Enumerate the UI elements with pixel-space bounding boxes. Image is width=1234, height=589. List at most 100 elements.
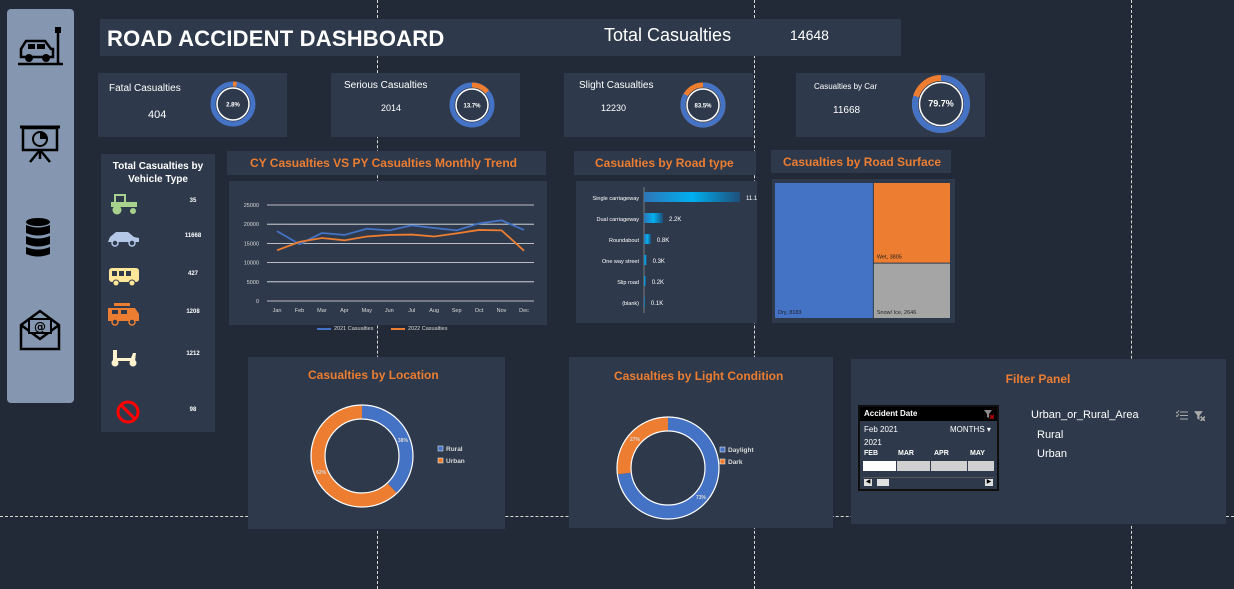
data-label: 0.1K	[651, 301, 663, 307]
x-tick-label: Jun	[385, 308, 394, 314]
sidebar: @	[7, 9, 74, 403]
clear-filter-icon[interactable]	[1194, 410, 1205, 421]
kpi-card-slight: Slight Casualties 12230 83.5%	[564, 73, 753, 137]
trend-line-chart: 0 5000 10000 15000 20000 25000 Jan Feb Mar Apr May…	[244, 203, 534, 332]
total-casualties-value: 14648	[790, 27, 829, 43]
no-entry-icon	[116, 400, 140, 424]
kpi-card-fatal: Fatal Casualties 404 2.8%	[98, 73, 287, 137]
vehicle-value: 98	[189, 407, 197, 413]
timeline-level-dropdown[interactable]: MONTHS ▾	[950, 425, 991, 434]
kpi-percent-label: 2.8%	[226, 103, 240, 109]
y-tick-label: 10000	[244, 261, 259, 267]
date-timeline-slicer[interactable]: Accident Date Feb 2021 MONTHS ▾ 2021 FEB…	[858, 405, 999, 491]
filter-panel: Filter Panel Accident Date Feb 2021 MONT…	[851, 359, 1226, 524]
vehicle-value: 1208	[186, 309, 200, 315]
kpi-card-car: Casualties by Car 11668 79.7%	[796, 73, 985, 137]
data-label: 0.8K	[657, 238, 669, 244]
y-tick-label: 15000	[244, 241, 259, 247]
clear-filter-icon[interactable]	[984, 409, 994, 419]
y-tick-label: 25000	[244, 203, 259, 209]
category-label: (blank)	[622, 301, 639, 307]
legend-label: Urban	[446, 458, 465, 465]
legend-swatch	[437, 445, 444, 452]
treemap-label: Snow/ Ice, 2646	[877, 310, 916, 316]
kpi-label: Casualties by Car	[814, 82, 878, 91]
timeline-bar[interactable]	[968, 461, 994, 471]
vehicle-type-title: Total Casualties by Vehicle Type	[112, 161, 204, 185]
location-donut-chart: 38% 62% Rural Urban	[310, 404, 465, 508]
donut-outline	[630, 430, 706, 506]
slicer-header: Accident Date	[860, 407, 997, 421]
bar	[644, 297, 645, 307]
light-title: Casualties by Light Condition	[614, 369, 784, 383]
scroll-right-arrow[interactable]: ▶	[985, 479, 993, 486]
slice-label: 27%	[630, 437, 641, 443]
slicer-title: Accident Date	[864, 409, 918, 418]
category-label: One way street	[602, 259, 639, 265]
treemap-tile	[873, 183, 950, 263]
x-tick-label: Jan	[273, 308, 282, 314]
timeline-month-apr[interactable]: APR	[934, 450, 949, 457]
trend-chart-panel: 0 5000 10000 15000 20000 25000 Jan Feb Mar Apr May…	[229, 181, 547, 332]
database-icon[interactable]	[17, 214, 63, 260]
x-tick-label: Oct	[475, 308, 484, 314]
kpi-value: 2014	[381, 103, 402, 113]
timeline-scrollbar[interactable]: ◀ ▶	[863, 477, 994, 486]
scroll-left-arrow[interactable]: ◀	[864, 479, 872, 486]
slicer-item-urban[interactable]: Urban	[1037, 448, 1067, 460]
donut-outline	[310, 404, 414, 508]
category-label: Dual carriageway	[597, 217, 640, 223]
bar	[644, 234, 651, 244]
road-type-bar-chart: Single carriageway 11.1K Dual carriageway 2…	[593, 187, 761, 313]
donut-outline	[324, 418, 400, 494]
timeline-bar-selected[interactable]	[863, 461, 896, 471]
location-title: Casualties by Location	[308, 368, 439, 382]
car-icon[interactable]	[17, 23, 63, 69]
kpi-donut: 13.7%	[449, 82, 495, 128]
data-label: 0.2K	[652, 280, 664, 286]
slicer-item-rural[interactable]: Rural	[1037, 429, 1063, 441]
kpi-donut: 79.7%	[912, 75, 970, 133]
email-icon[interactable]: @	[17, 307, 63, 353]
y-tick-label: 0	[256, 299, 259, 305]
timeline-month-may[interactable]: MAY	[970, 450, 985, 457]
vehicle-row: 427	[101, 264, 215, 288]
timeline-year: 2021	[864, 438, 882, 447]
vehicle-type-panel: Total Casualties by Vehicle Type 35 1166…	[101, 154, 215, 432]
multi-select-icon[interactable]	[1176, 410, 1188, 421]
header-bar: ROAD ACCIDENT DASHBOARD Total Casualties…	[100, 19, 901, 56]
legend-label: Rural	[446, 446, 463, 453]
area-slicer[interactable]: Urban_or_Rural_Area Rural Urban	[1026, 405, 1212, 488]
road-surface-title: Casualties by Road Surface	[783, 155, 942, 169]
bar	[644, 276, 646, 286]
donut-slice	[361, 405, 413, 494]
timeline-bar[interactable]	[931, 461, 967, 471]
legend-swatch	[719, 458, 726, 465]
vehicle-value: 11668	[184, 233, 202, 239]
light-panel: Casualties by Light Condition 73% 27% Dayl…	[569, 357, 833, 528]
x-tick-label: Jul	[408, 308, 415, 314]
x-tick-label: May	[362, 308, 373, 314]
location-panel: Casualties by Location 38% 62% Rural Urban	[248, 357, 505, 529]
vehicle-value: 35	[189, 198, 197, 204]
svg-text:@: @	[34, 320, 46, 334]
timeline-level-label: MONTHS	[950, 425, 985, 434]
bar	[644, 255, 647, 265]
road-type-title-box: Casualties by Road type	[574, 151, 756, 175]
filter-panel-title: Filter Panel	[1005, 372, 1071, 386]
category-label: Slip road	[617, 280, 639, 286]
legend-label: 2021 Casualties	[334, 326, 374, 332]
road-surface-title-box: Casualties by Road Surface	[771, 150, 951, 173]
scooter-icon	[111, 350, 137, 367]
presentation-icon[interactable]	[17, 119, 63, 165]
scroll-thumb[interactable]	[877, 479, 889, 486]
timeline-bar[interactable]	[897, 461, 930, 471]
timeline-month-feb[interactable]: FEB	[864, 450, 878, 457]
treemap-label: Dry, 8183	[778, 310, 801, 316]
slice-label: 62%	[316, 470, 327, 476]
legend-label: Dark	[728, 459, 743, 466]
timeline-month-mar[interactable]: MAR	[898, 450, 914, 457]
trend-chart-title: CY Casualties VS PY Casualties Monthly T…	[250, 156, 517, 170]
car-icon	[108, 232, 139, 247]
treemap-label: Wet, 3805	[877, 255, 902, 261]
